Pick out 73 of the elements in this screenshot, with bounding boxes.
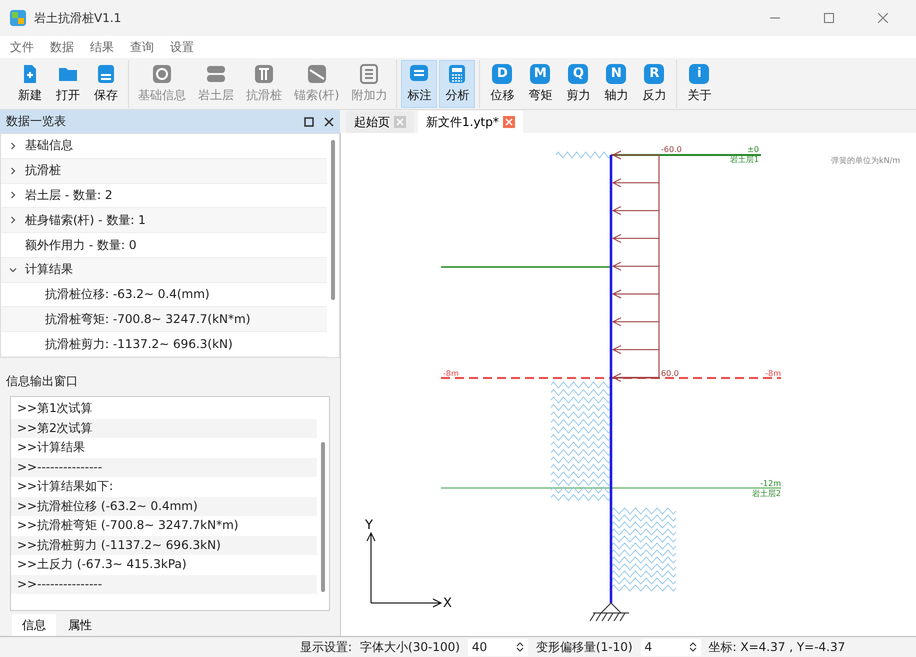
toolbar-button[interactable]: R 反力 <box>636 60 672 108</box>
elevation-label: -8m <box>443 369 459 378</box>
tree-item[interactable]: 岩土层 - 数量: 2 <box>25 186 112 204</box>
elevation-label: -8m <box>765 369 781 378</box>
letter-icon: M <box>530 64 550 84</box>
menu-item[interactable]: 文件 <box>10 38 34 56</box>
panel-title: 信息输出窗口 <box>6 373 78 390</box>
toolbar-button[interactable]: Q 剪力 <box>560 60 596 108</box>
float-icon[interactable] <box>304 116 314 126</box>
chevron-icon[interactable] <box>9 266 17 274</box>
axis-label: X <box>443 596 452 611</box>
tree-item[interactable]: 抗滑桩 <box>25 162 61 180</box>
spinner-icon[interactable] <box>688 641 697 653</box>
layer-label: 岩土层1 <box>730 155 759 164</box>
chevron-icon[interactable] <box>9 191 17 200</box>
letter-icon: R <box>644 64 664 84</box>
tree-item[interactable]: 抗滑桩位移: -63.2~ 0.4(mm) <box>45 286 210 304</box>
status-label: 字体大小(30-100) <box>360 638 460 656</box>
layers-icon <box>206 64 226 84</box>
tree-item[interactable]: 抗滑桩剪力: -1137.2~ 696.3(kN) <box>45 336 233 353</box>
elevation-label: -12m <box>760 479 781 488</box>
status-label: 显示设置: <box>300 638 352 656</box>
panel-tab[interactable]: 属性 <box>58 614 102 636</box>
chevron-icon[interactable] <box>9 142 17 150</box>
menu-item[interactable]: 数据 <box>50 38 74 56</box>
fixed-support-icon <box>590 602 630 622</box>
document-tab[interactable]: 起始页 <box>346 111 414 133</box>
elevation-label: ±0 <box>747 145 759 154</box>
toolbar-button[interactable]: 标注 <box>401 60 438 108</box>
toolbar-button[interactable]: 新建 <box>12 60 48 108</box>
letter-icon: D <box>492 64 512 84</box>
panel-title: 数据一览表 <box>6 113 66 130</box>
pile-icon <box>254 64 274 84</box>
menu-item[interactable]: 结果 <box>90 38 114 56</box>
spinner-icon[interactable] <box>516 641 524 653</box>
layer-label: 岩土层2 <box>752 489 781 498</box>
coordinates-text: 坐标: X=4.37 , Y=-4.37 <box>708 638 846 656</box>
status-label: 变形偏移量(1-10) <box>536 638 633 656</box>
letter-icon: N <box>606 64 626 84</box>
unit-note: 弹簧的单位为kN/m <box>831 156 900 165</box>
toolbar-button[interactable]: i 关于 <box>681 60 718 108</box>
panel-tab[interactable]: 信息 <box>12 614 56 636</box>
app-logo-icon <box>10 10 26 26</box>
window-title: 岩土抗滑桩V1.1 <box>34 10 122 26</box>
letter-icon: Q <box>568 64 588 84</box>
tree-item[interactable]: 基础信息 <box>25 137 73 154</box>
load-value: 60.0 <box>661 369 679 378</box>
gear-icon <box>152 64 172 84</box>
document-tab[interactable]: 新文件1.ytp* <box>418 111 523 133</box>
chevron-icon[interactable] <box>9 166 17 175</box>
tree-item[interactable]: 计算结果 <box>25 261 73 278</box>
toolbar-button[interactable]: 分析 <box>439 60 476 108</box>
offset-spinbox[interactable]: 4 <box>640 638 701 656</box>
toolbar-button[interactable]: 打开 <box>50 60 86 108</box>
toolbar-button[interactable]: D 位移 <box>484 60 520 108</box>
toolbar-button[interactable]: N 轴力 <box>598 60 634 108</box>
calculator-icon <box>447 64 468 84</box>
font-size-spinbox[interactable]: 40 <box>468 638 528 656</box>
toolbar-button[interactable]: M 弯矩 <box>522 60 558 108</box>
load-value: -60.0 <box>661 145 682 154</box>
close-icon[interactable] <box>324 116 334 126</box>
letter-icon: i <box>689 64 710 84</box>
menu-item[interactable]: 设置 <box>170 38 194 56</box>
list-icon <box>359 64 380 84</box>
axis-icon <box>366 532 442 608</box>
menu-item[interactable]: 查询 <box>130 38 154 56</box>
save-icon <box>96 64 116 84</box>
toolbar-button[interactable]: 保存 <box>88 60 124 108</box>
slash-icon <box>306 64 327 84</box>
comment-icon <box>409 64 430 84</box>
chevron-icon[interactable] <box>9 216 17 224</box>
axis-label: Y <box>365 518 373 533</box>
tree-item[interactable]: 额外作用力 - 数量: 0 <box>25 236 136 254</box>
